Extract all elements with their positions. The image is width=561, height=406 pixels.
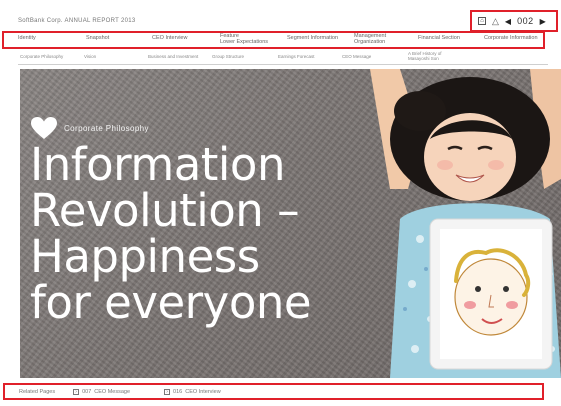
brand-title: SoftBank Corp. ANNUAL REPORT 2013 [18, 18, 136, 24]
related-link-ceo-message[interactable]: › 007 CEO Message [73, 388, 131, 395]
subnav-item-vision[interactable]: Vision [84, 54, 96, 59]
nav-item-ceo-interview[interactable]: CEO Interview [152, 35, 187, 41]
main-navigation: Identity Snapshot CEO Interview Feature … [2, 31, 545, 49]
link-arrow-icon: › [73, 388, 80, 395]
subnav-item-ceo-message[interactable]: CEO Message [342, 54, 371, 59]
related-link-label: CEO Interview [185, 388, 221, 395]
headline-line: Information [30, 138, 286, 191]
nav-item-snapshot[interactable]: Snapshot [86, 35, 109, 41]
hero-headline: Information Revolution – Happiness for e… [30, 138, 312, 329]
headline-line: for everyone [30, 276, 312, 329]
related-link-page: 007 [82, 388, 92, 395]
nav-item-management-organization[interactable]: Management Organization [354, 33, 386, 45]
nav-item-financial-section[interactable]: Financial Section [418, 35, 460, 41]
related-link-label: CEO Message [94, 388, 131, 395]
girl-with-tablet-photo [370, 69, 561, 378]
related-link-page: 016 [173, 388, 183, 395]
headline-line: Revolution – [30, 184, 300, 237]
tagline: Corporate Philosophy [30, 116, 149, 140]
alert-triangle-icon[interactable]: △ [492, 16, 499, 26]
subnav-divider [18, 64, 548, 65]
headline-line: Happiness [30, 230, 260, 283]
nav-item-identity[interactable]: Identity [18, 35, 36, 41]
home-icon[interactable]: ⌂ [478, 17, 486, 25]
header: SoftBank Corp. ANNUAL REPORT 2013 ⌂ △ ◀ … [0, 0, 561, 32]
page-number: 002 [517, 16, 534, 26]
heart-icon [31, 117, 57, 139]
page-navigator: ⌂ △ ◀ 002 ▶ [470, 10, 558, 32]
related-link-ceo-interview[interactable]: › 016 CEO Interview [164, 388, 221, 395]
tagline-text: Corporate Philosophy [64, 123, 149, 133]
subnav-item-group-structure[interactable]: Group Structure [212, 54, 244, 59]
nav-item-segment-information[interactable]: Segment Information [287, 35, 338, 41]
subnav-item-business-investment[interactable]: Business and Investment [148, 54, 198, 59]
nav-item-feature[interactable]: Feature Lower Expectations [220, 33, 268, 45]
hero-image: Corporate Philosophy Information Revolut… [20, 69, 561, 378]
subnav-item-earnings-forecast[interactable]: Earnings Forecast [278, 54, 315, 59]
sub-navigation: Corporate Philosophy Vision Business and… [0, 51, 561, 65]
link-arrow-icon: › [164, 388, 171, 395]
next-page-icon[interactable]: ▶ [540, 17, 546, 26]
related-pages-bar: Related Pages › 007 CEO Message › 016 CE… [3, 383, 544, 400]
previous-page-icon[interactable]: ◀ [505, 17, 511, 26]
nav-item-corporate-information[interactable]: Corporate Information [484, 35, 538, 41]
related-pages-title: Related Pages [19, 388, 56, 395]
subnav-item-brief-history[interactable]: A Brief History of Masayoshi Son [408, 51, 442, 61]
subnav-item-corporate-philosophy[interactable]: Corporate Philosophy [20, 54, 63, 59]
